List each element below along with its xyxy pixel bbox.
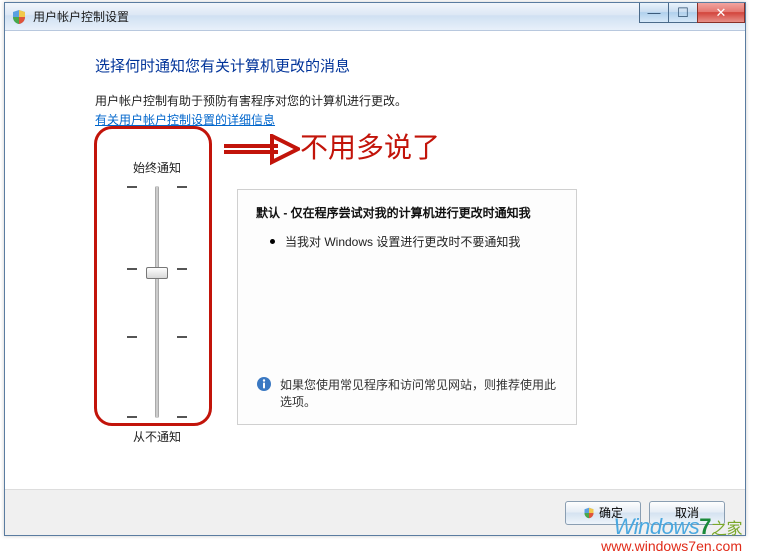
uac-settings-window: 用户帐户控制设置 — ☐ ✕ 选择何时通知您有关计算机更改的消息 用户帐户控制有… [4, 2, 746, 536]
dialog-footer: 确定 取消 [5, 489, 745, 535]
cancel-label: 取消 [675, 504, 699, 521]
page-heading: 选择何时通知您有关计算机更改的消息 [95, 55, 681, 76]
maximize-button[interactable]: ☐ [668, 3, 698, 23]
slider-thumb[interactable] [146, 267, 168, 279]
bullet-icon [270, 239, 275, 244]
window-controls: — ☐ ✕ [640, 3, 745, 23]
watermark-url: www.windows7en.com [601, 538, 742, 554]
slider-track[interactable] [127, 182, 187, 422]
shield-icon [11, 9, 27, 25]
page-description: 用户帐户控制有助于预防有害程序对您的计算机进行更改。 [95, 92, 681, 109]
level-detail-text: 当我对 Windows 设置进行更改时不要通知我 [285, 233, 520, 250]
slider-top-label: 始终通知 [97, 159, 217, 176]
titlebar[interactable]: 用户帐户控制设置 — ☐ ✕ [5, 3, 745, 31]
ok-button[interactable]: 确定 [565, 501, 641, 525]
content-area: 选择何时通知您有关计算机更改的消息 用户帐户控制有助于预防有害程序对您的计算机进… [5, 31, 745, 489]
info-icon [256, 376, 272, 392]
slider-groove [155, 186, 159, 418]
level-info-panel: 默认 - 仅在程序尝试对我的计算机进行更改时通知我 当我对 Windows 设置… [237, 189, 577, 425]
cancel-button[interactable]: 取消 [649, 501, 725, 525]
slider-bottom-label: 从不通知 [97, 428, 217, 445]
close-button[interactable]: ✕ [697, 3, 745, 23]
window-title: 用户帐户控制设置 [33, 8, 129, 25]
minimize-button[interactable]: — [639, 3, 669, 23]
notification-slider: 始终通知 从不通知 [97, 159, 217, 445]
shield-icon [583, 507, 595, 519]
recommendation-text: 如果您使用常见程序和访问常见网站，则推荐使用此选项。 [280, 376, 558, 410]
ok-label: 确定 [599, 504, 623, 521]
level-title: 默认 - 仅在程序尝试对我的计算机进行更改时通知我 [256, 204, 558, 221]
level-detail: 当我对 Windows 设置进行更改时不要通知我 [270, 233, 558, 250]
learn-more-link[interactable]: 有关用户帐户控制设置的详细信息 [95, 113, 275, 127]
recommendation: 如果您使用常见程序和访问常见网站，则推荐使用此选项。 [256, 376, 558, 410]
